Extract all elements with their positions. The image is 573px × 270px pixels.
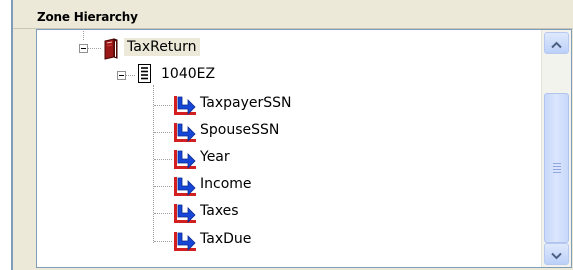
scroll-down-button[interactable] (544, 243, 569, 265)
tree-node-field[interactable]: TaxpayerSSN (200, 94, 291, 112)
thumb-grip (553, 163, 561, 164)
tree-node-field[interactable]: Taxes (200, 202, 239, 220)
tree-connector (154, 241, 172, 243)
tree-node-taxreturn[interactable]: TaxReturn (124, 38, 200, 56)
field-arrow-icon (173, 230, 197, 256)
panel-border (11, 0, 13, 270)
collapse-toggle-1040ez[interactable] (117, 71, 126, 80)
field-arrow-icon (173, 121, 197, 147)
field-arrow-icon (173, 175, 197, 201)
tree-node-1040ez[interactable]: 1040EZ (161, 65, 215, 83)
scroll-up-button[interactable] (544, 32, 569, 54)
tree-connector (83, 30, 85, 40)
panel-title: Zone Hierarchy (37, 10, 138, 24)
field-arrow-icon (173, 94, 197, 120)
tree-connector (125, 75, 135, 77)
zone-hierarchy-tree[interactable]: TaxReturn 1040EZ TaxpayerSSN SpouseSSN Y… (36, 29, 572, 268)
document-icon (137, 64, 153, 88)
panel-left-edge (0, 0, 11, 270)
field-arrow-icon (173, 148, 197, 174)
tree-connector (154, 159, 172, 161)
tree-node-field[interactable]: Income (200, 175, 252, 193)
tree-connector (154, 186, 172, 188)
thumb-grip (553, 166, 561, 167)
tree-connector (154, 105, 172, 107)
collapse-toggle-taxreturn[interactable] (79, 44, 88, 53)
book-icon (101, 38, 121, 64)
tree-node-field[interactable]: Year (200, 148, 230, 166)
vertical-scrollbar[interactable] (541, 30, 571, 267)
tree-view[interactable]: TaxReturn 1040EZ TaxpayerSSN SpouseSSN Y… (37, 30, 542, 267)
tree-connector (154, 213, 172, 215)
tree-node-field[interactable]: SpouseSSN (200, 121, 279, 139)
tree-connector (153, 85, 155, 243)
chevron-down-icon (551, 245, 562, 264)
field-arrow-icon (173, 202, 197, 228)
tree-connector (88, 48, 101, 50)
thumb-grip (553, 169, 561, 170)
scrollbar-thumb[interactable] (544, 93, 569, 243)
tree-node-field[interactable]: TaxDue (200, 230, 251, 248)
thumb-grip (553, 172, 561, 173)
chevron-up-icon (551, 34, 562, 53)
tree-connector (154, 132, 172, 134)
panel-header: Zone Hierarchy (13, 0, 573, 29)
